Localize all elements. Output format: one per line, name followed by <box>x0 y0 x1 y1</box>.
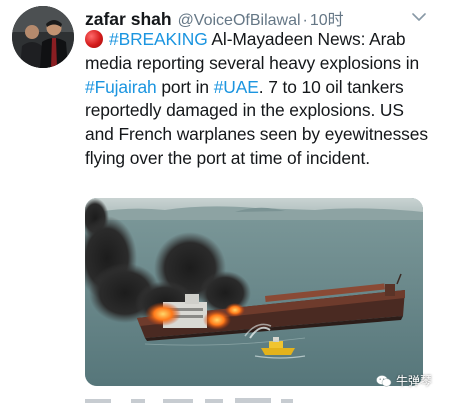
tweet-text: #BREAKING Al-Mayadeen News: Arab media r… <box>85 28 435 171</box>
burning-tanker-photo <box>85 198 423 386</box>
chevron-down-icon <box>412 12 426 21</box>
wechat-watermark: 牛弹琴 <box>376 372 432 389</box>
cropped-text-fragment <box>85 398 293 403</box>
more-options-button[interactable] <box>411 9 427 25</box>
tweet-timestamp[interactable]: 10时 <box>310 6 344 30</box>
red-circle-icon <box>85 30 103 48</box>
tweet-header: zafar shah @VoiceOfBilawal · 10时 <box>85 6 344 30</box>
display-name[interactable]: zafar shah <box>85 9 172 30</box>
hashtag-link[interactable]: #BREAKING <box>109 29 208 49</box>
hashtag-link[interactable]: #Fujairah <box>85 77 157 97</box>
cropped-footer-strip <box>85 394 345 403</box>
tweet-media-image[interactable] <box>85 198 423 386</box>
profile-avatar[interactable] <box>12 6 74 68</box>
watermark-text: 牛弹琴 <box>396 374 433 388</box>
hashtag-link[interactable]: #UAE <box>214 77 259 97</box>
avatar-photo <box>12 6 74 68</box>
wechat-icon <box>376 374 392 387</box>
tweet-text-segment: port in <box>156 76 214 97</box>
